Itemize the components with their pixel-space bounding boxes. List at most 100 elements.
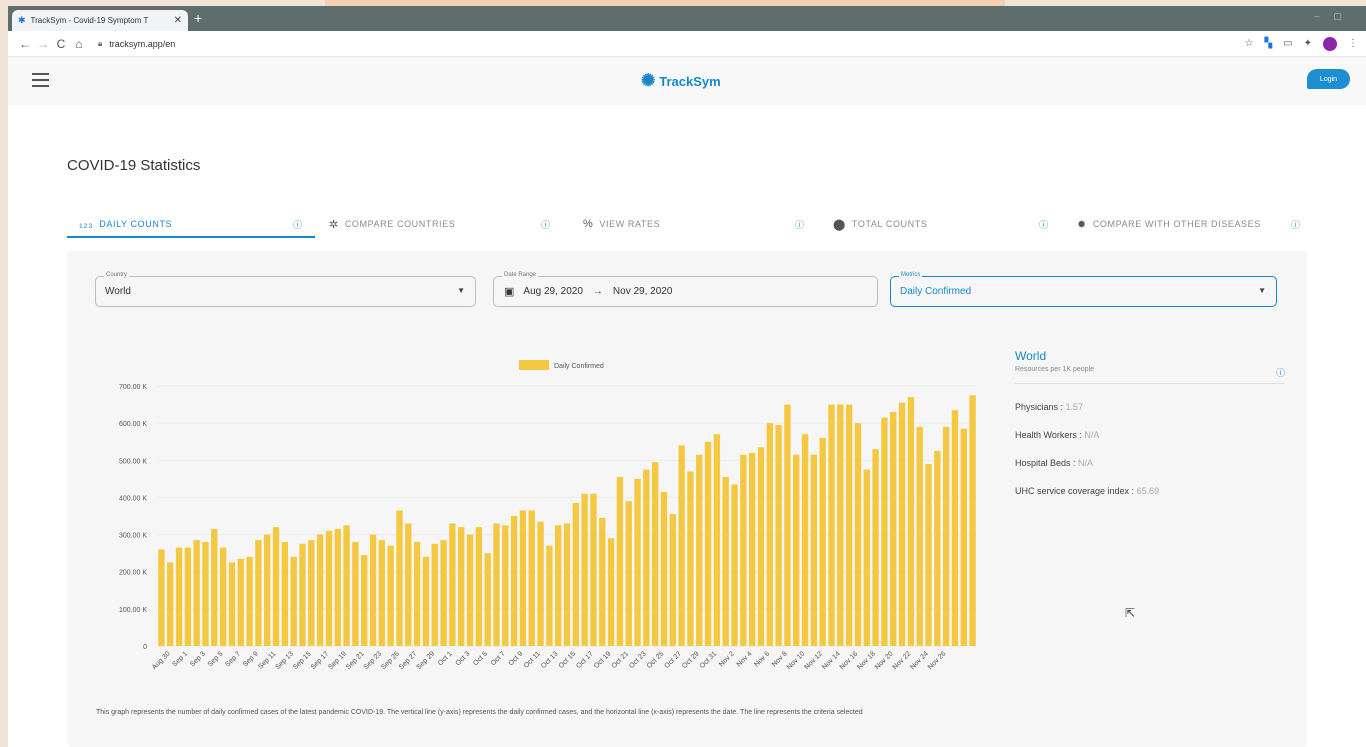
tab-label: TOTAL COUNTS <box>851 219 928 229</box>
bar <box>246 556 253 646</box>
tab-compare-with-other-diseases[interactable]: ✹ COMPARE WITH OTHER DISEASES ⓘ <box>1077 209 1300 239</box>
bar <box>334 529 341 646</box>
back-icon[interactable]: ← <box>16 37 34 51</box>
bar <box>316 534 324 646</box>
metrics-label: Metrics <box>899 272 923 278</box>
translate-extension-icon[interactable]: ▚ <box>1264 38 1272 49</box>
bar <box>193 540 200 646</box>
y-tick-label: 400.00 K <box>119 495 147 502</box>
bar <box>264 534 271 646</box>
date-range-picker[interactable]: Date Range ▣ Aug 29, 2020 → Nov 29, 2020 <box>493 272 878 307</box>
info-row-physicians: Physicians : 1.57 <box>1015 402 1285 412</box>
daily-confirmed-chart: 0 100.00 K 200.00 K 300.00 K 400.00 K 500.00 … <box>97 346 987 691</box>
x-tick-label: Sep 21 <box>345 650 366 671</box>
bar <box>819 438 826 646</box>
help-icon[interactable]: ⓘ <box>1039 218 1049 231</box>
tracksym-logo[interactable]: ✺ TrackSym <box>641 71 721 91</box>
chevron-down-icon: ▼ <box>457 286 465 295</box>
country-label: Country <box>104 272 130 278</box>
help-icon[interactable]: ⓘ <box>1291 218 1301 231</box>
page-title: COVID-19 Statistics <box>67 157 201 174</box>
statistics-panel: Country World ▼ Date Range ▣ Aug 29, 202… <box>67 251 1307 747</box>
browser-tab-bar: ✱ TrackSym - Covid-19 Symptom T ✕ + –▢ <box>8 6 1366 31</box>
close-tab-icon[interactable]: ✕ <box>174 15 182 26</box>
bar <box>766 423 773 646</box>
home-icon[interactable]: ⌂ <box>70 37 88 51</box>
bar <box>308 540 315 646</box>
bar <box>687 471 694 646</box>
country-value: World <box>105 286 131 297</box>
tab-view-rates[interactable]: % VIEW RATES ⓘ <box>583 209 804 239</box>
bar <box>934 451 941 646</box>
date-range-label: Date Range <box>502 272 539 278</box>
divider <box>1015 383 1285 384</box>
x-tick-label: Sep 5 <box>207 650 225 668</box>
bar-chart-svg: 0 100.00 K 200.00 K 300.00 K 400.00 K 500.00 … <box>119 360 977 671</box>
country-select[interactable]: Country World ▼ <box>95 272 476 307</box>
info-row-value: N/A <box>1078 458 1094 468</box>
puzzle-extension-icon[interactable]: ✦ <box>1304 38 1312 49</box>
tab-compare-countries[interactable]: ✲ COMPARE COUNTRIES ⓘ <box>329 209 550 239</box>
mouse-cursor-icon: ⇱ <box>1125 606 1136 620</box>
bar <box>158 549 165 646</box>
bar <box>784 404 791 646</box>
tab-daily-counts[interactable]: ₁₂₃ DAILY COUNTS ⓘ <box>79 209 302 239</box>
cast-extension-icon[interactable]: ▭ <box>1283 38 1292 49</box>
x-tick-label: Oct 1 <box>437 650 454 667</box>
bookmark-star-icon[interactable]: ☆ <box>1244 38 1253 49</box>
help-icon[interactable]: ⓘ <box>795 218 805 231</box>
x-tick-label: Nov 2 <box>718 650 736 668</box>
info-row-health-workers: Health Workers : N/A <box>1015 430 1285 440</box>
x-tick-label: Sep 15 <box>292 650 313 671</box>
x-tick-label: Nov 20 <box>874 650 895 671</box>
x-tick-label: Oct 29 <box>681 650 701 670</box>
metrics-select[interactable]: Metrics Daily Confirmed ▼ <box>890 272 1277 307</box>
bar <box>643 469 650 646</box>
login-button[interactable]: Login <box>1307 69 1350 89</box>
url-field[interactable]: 🔒︎ tracksym.app/en <box>98 39 175 49</box>
profile-avatar[interactable] <box>1323 36 1337 51</box>
browser-tab[interactable]: ✱ TrackSym - Covid-19 Symptom T ✕ <box>12 10 188 31</box>
bar <box>942 426 950 646</box>
y-tick-label: 200.00 K <box>119 570 147 577</box>
date-to: Nov 29, 2020 <box>612 286 673 297</box>
x-tick-label: Sep 19 <box>327 650 348 671</box>
bar <box>343 525 350 646</box>
bar <box>237 558 244 646</box>
window-controls[interactable]: –▢ <box>1314 11 1356 22</box>
new-tab-icon[interactable]: + <box>194 10 202 26</box>
y-tick-label: 300.00 K <box>119 533 147 540</box>
help-icon[interactable]: ⓘ <box>541 218 551 231</box>
legend-label: Daily Confirmed <box>554 363 604 370</box>
bar <box>431 543 438 646</box>
help-icon[interactable]: ⓘ <box>1276 366 1285 379</box>
bar <box>872 449 879 646</box>
bar <box>740 454 747 646</box>
bar <box>898 402 906 646</box>
forward-icon[interactable]: → <box>34 37 52 51</box>
x-tick-label: Oct 15 <box>558 650 578 670</box>
bar <box>890 412 897 646</box>
help-icon[interactable]: ⓘ <box>293 218 303 231</box>
bar <box>528 510 535 646</box>
hamburger-menu-icon[interactable] <box>32 73 49 91</box>
info-row-value: N/A <box>1084 430 1100 440</box>
bar <box>810 454 818 646</box>
x-tick-label: Nov 26 <box>927 650 948 671</box>
reload-icon[interactable]: C <box>52 37 70 51</box>
bar <box>748 452 756 646</box>
tab-total-counts[interactable]: ⬤ TOTAL COUNTS ⓘ <box>833 209 1048 239</box>
menu-dots-icon[interactable]: ⋮ <box>1348 38 1358 49</box>
bar <box>801 434 809 646</box>
x-tick-label: Sep 1 <box>171 650 189 668</box>
bar <box>757 447 765 646</box>
bar <box>475 527 483 646</box>
y-tick-label: 0 <box>143 644 147 651</box>
x-tick-label: Oct 25 <box>646 650 666 670</box>
bar <box>422 556 430 646</box>
chevron-down-icon: ▼ <box>1258 286 1266 295</box>
bar <box>228 562 236 646</box>
x-tick-label: Nov 16 <box>839 650 860 671</box>
bar <box>607 538 615 646</box>
x-tick-label: Aug 30 <box>151 650 172 671</box>
